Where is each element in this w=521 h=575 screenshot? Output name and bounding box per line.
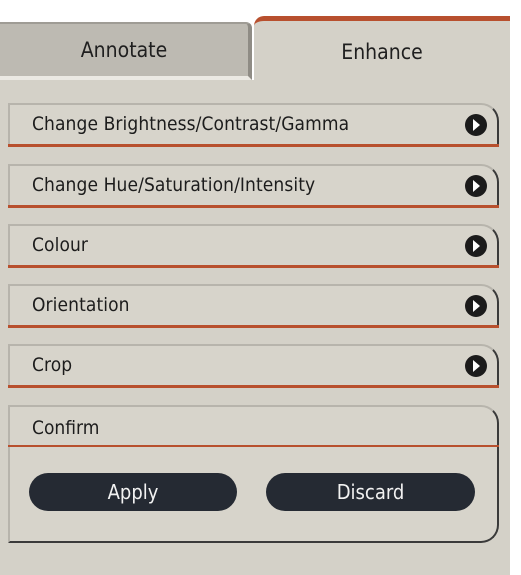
section-accent-line	[8, 265, 499, 268]
tab-enhance-label: Enhance	[341, 39, 423, 64]
section-brightness-contrast-gamma[interactable]: Change Brightness/Contrast/Gamma	[8, 103, 499, 147]
chevron-right-icon[interactable]	[465, 114, 487, 136]
discard-button[interactable]: Discard	[266, 473, 475, 511]
enhance-panel: Annotate Enhance Change Brightness/Contr…	[0, 0, 510, 575]
tab-annotate[interactable]: Annotate	[0, 22, 252, 80]
apply-button-label: Apply	[107, 480, 159, 504]
section-accent-line	[8, 144, 499, 147]
chevron-right-icon[interactable]	[465, 235, 487, 257]
tab-annotate-label: Annotate	[80, 38, 168, 62]
section-crop[interactable]: Crop	[8, 344, 499, 388]
confirm-title: Confirm	[32, 417, 100, 439]
tab-underlay	[0, 80, 254, 90]
section-label: Orientation	[32, 294, 130, 316]
section-orientation[interactable]: Orientation	[8, 284, 499, 328]
tab-enhance[interactable]: Enhance	[254, 16, 510, 90]
section-label: Colour	[32, 234, 89, 256]
section-accent-line	[8, 385, 499, 388]
section-label: Crop	[32, 354, 73, 376]
section-hue-saturation-intensity[interactable]: Change Hue/Saturation/Intensity	[8, 164, 499, 208]
section-colour[interactable]: Colour	[8, 224, 499, 268]
discard-button-label: Discard	[336, 480, 405, 504]
chevron-right-icon[interactable]	[465, 355, 487, 377]
section-label: Change Hue/Saturation/Intensity	[32, 174, 316, 196]
section-accent-line	[8, 325, 499, 328]
apply-button[interactable]: Apply	[29, 473, 237, 511]
chevron-right-icon[interactable]	[465, 175, 487, 197]
section-label: Change Brightness/Contrast/Gamma	[32, 113, 350, 135]
section-accent-line	[8, 205, 499, 208]
chevron-right-icon[interactable]	[465, 295, 487, 317]
confirm-accent-line	[8, 445, 499, 447]
tab-strip: Annotate Enhance	[0, 0, 510, 90]
confirm-section: Confirm Apply Discard	[8, 405, 499, 543]
